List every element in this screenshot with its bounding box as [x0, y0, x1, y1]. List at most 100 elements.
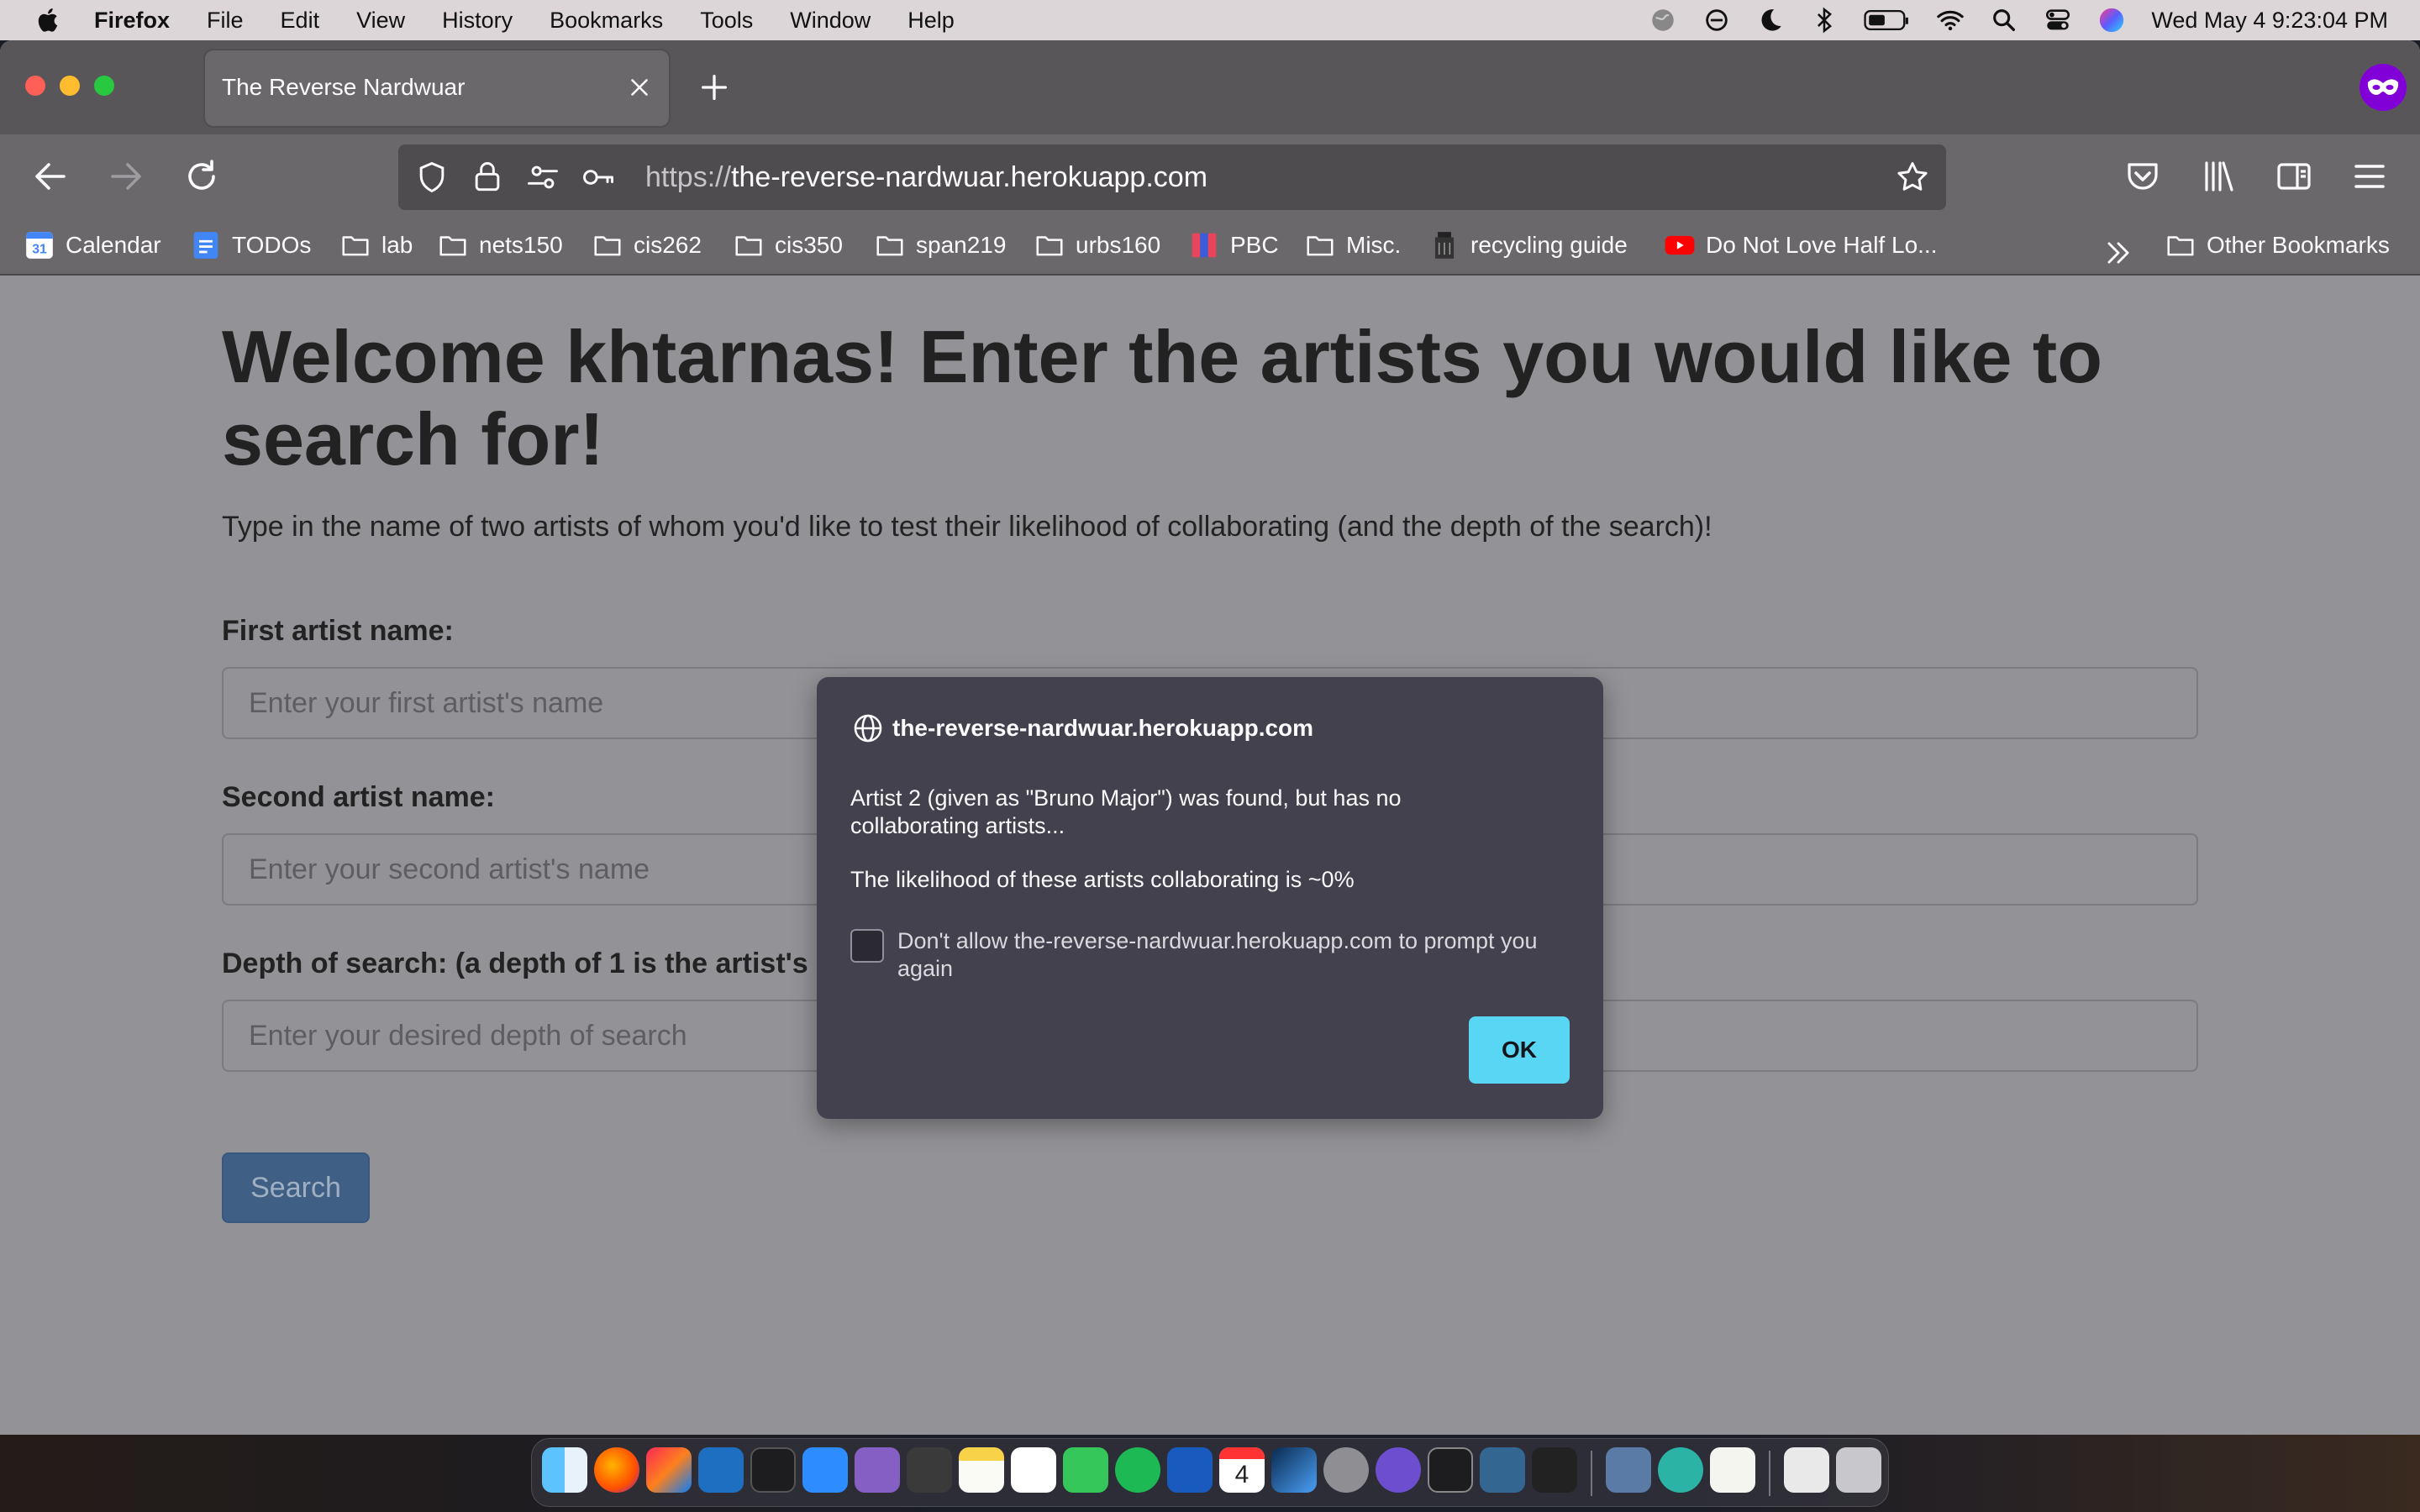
bookmark-calendar[interactable]: 31 Calendar: [24, 227, 161, 264]
suppress-prompts-label[interactable]: Don't allow the-reverse-nardwuar.herokua…: [897, 927, 1570, 983]
other-bookmarks-folder[interactable]: Other Bookmarks: [2165, 227, 2390, 264]
menu-history[interactable]: History: [442, 8, 513, 34]
more-bookmarks-chevron-icon[interactable]: [2102, 237, 2134, 269]
menu-window[interactable]: Window: [790, 8, 871, 34]
tracking-protection-shield-icon[interactable]: [413, 159, 450, 196]
zoom-icon[interactable]: [802, 1447, 848, 1493]
slack-icon[interactable]: [1011, 1447, 1056, 1493]
bookmark-folder-nets150[interactable]: nets150: [437, 227, 563, 264]
svg-text:31: 31: [32, 243, 47, 257]
siri-icon[interactable]: [2097, 6, 2126, 34]
visual-studio-icon[interactable]: [855, 1447, 900, 1493]
ok-button[interactable]: OK: [1469, 1016, 1570, 1084]
folder-icon: [594, 236, 621, 256]
do-not-disturb-icon[interactable]: [1756, 6, 1785, 34]
vpn-globe-icon[interactable]: [1649, 6, 1677, 34]
textedit-icon[interactable]: [1710, 1447, 1755, 1493]
bluetooth-icon[interactable]: [1810, 6, 1839, 34]
url-host: the-reverse-nardwuar.herokuapp.com: [731, 161, 1208, 193]
bookmark-label: TODOs: [232, 232, 312, 258]
trash-icon[interactable]: [1836, 1447, 1881, 1493]
word-icon[interactable]: [1167, 1447, 1213, 1493]
lock-icon[interactable]: [469, 159, 506, 196]
suppress-prompts-checkbox[interactable]: [850, 929, 884, 963]
reload-icon[interactable]: [182, 156, 222, 197]
menu-edit[interactable]: Edit: [281, 8, 320, 34]
unity-icon[interactable]: [1532, 1447, 1577, 1493]
key-icon[interactable]: [580, 159, 617, 196]
bookmark-todos[interactable]: TODOs: [190, 227, 311, 264]
bookmark-label: recycling guide: [1470, 232, 1628, 258]
minimize-window-button[interactable]: [60, 76, 80, 96]
bookmark-folder-cis262[interactable]: cis262: [592, 227, 702, 264]
control-center-icon[interactable]: [2044, 6, 2072, 34]
pocket-icon[interactable]: [2123, 156, 2163, 197]
bookmark-star-icon[interactable]: [1894, 159, 1931, 196]
close-tab-icon[interactable]: [625, 73, 654, 102]
documents-folder-icon[interactable]: [1784, 1447, 1829, 1493]
tab-strip: The Reverse Nardwuar: [0, 40, 2420, 134]
focus-icon[interactable]: [1702, 6, 1731, 34]
folder-icon: [342, 236, 369, 256]
system-preferences-icon[interactable]: [1323, 1447, 1369, 1493]
menu-tools[interactable]: Tools: [700, 8, 753, 34]
calendar-app-icon[interactable]: 4: [1219, 1447, 1265, 1493]
back-arrow-icon[interactable]: [30, 156, 71, 197]
bookmark-folder-span219[interactable]: span219: [874, 227, 1006, 264]
sublime-text-icon[interactable]: [907, 1447, 952, 1493]
menu-app-firefox[interactable]: Firefox: [94, 8, 170, 34]
finder-icon[interactable]: [542, 1447, 587, 1493]
alert-dialog: the-reverse-nardwuar.herokuapp.com Artis…: [817, 677, 1603, 1119]
second-artist-label: Second artist name:: [222, 781, 495, 813]
new-tab-icon[interactable]: [697, 71, 731, 104]
calendar-date: 4: [1234, 1461, 1249, 1488]
permissions-icon[interactable]: [524, 159, 561, 196]
messages-icon[interactable]: [1063, 1447, 1108, 1493]
bookmark-folder-cis350[interactable]: cis350: [733, 227, 843, 264]
terminal-alt-icon[interactable]: [1428, 1447, 1473, 1493]
forward-arrow-icon[interactable]: [106, 156, 146, 197]
imovie-icon[interactable]: [1376, 1447, 1421, 1493]
zoom-window-button[interactable]: [94, 76, 114, 96]
menu-bookmarks[interactable]: Bookmarks: [550, 8, 663, 34]
preview-icon[interactable]: [1606, 1447, 1651, 1493]
affinity-icon[interactable]: [1271, 1447, 1317, 1493]
bookmark-folder-urbs160[interactable]: urbs160: [1034, 227, 1160, 264]
terminal-icon[interactable]: [750, 1447, 796, 1493]
bookmarks-toolbar: 31 Calendar TODOs lab nets150 cis262 cis…: [0, 218, 2420, 276]
hamburger-menu-icon[interactable]: [2349, 156, 2390, 197]
bookmark-recycling-guide[interactable]: recycling guide: [1428, 227, 1628, 264]
notes-icon[interactable]: [959, 1447, 1004, 1493]
intellij-icon[interactable]: [646, 1447, 692, 1493]
vscode-icon[interactable]: [698, 1447, 744, 1493]
close-window-button[interactable]: [25, 76, 45, 96]
bookmark-label: cis262: [634, 232, 702, 258]
menu-file[interactable]: File: [207, 8, 244, 34]
url-text[interactable]: https://the-reverse-nardwuar.herokuapp.c…: [645, 161, 1207, 194]
spotify-icon[interactable]: [1115, 1447, 1160, 1493]
firefox-window: The Reverse Nardwuar https://the-reverse…: [0, 40, 2420, 1435]
bookmark-folder-misc[interactable]: Misc.: [1304, 227, 1401, 264]
depth-label: Depth of search: (a depth of 1 is the ar…: [222, 948, 808, 979]
bookmark-label: PBC: [1230, 232, 1279, 258]
folder-icon: [1307, 236, 1334, 256]
bookmark-folder-lab[interactable]: lab: [339, 227, 413, 264]
firefox-icon[interactable]: [594, 1447, 639, 1493]
tab-the-reverse-nardwuar[interactable]: The Reverse Nardwuar: [205, 50, 669, 126]
menubar-clock[interactable]: Wed May 4 9:23:04 PM: [2151, 8, 2388, 34]
wifi-icon[interactable]: [1936, 6, 1965, 34]
postgres-icon[interactable]: [1480, 1447, 1525, 1493]
sidebar-toggle-icon[interactable]: [2274, 156, 2314, 197]
menu-view[interactable]: View: [356, 8, 405, 34]
battery-icon[interactable]: [1864, 6, 1911, 34]
mindnode-icon[interactable]: [1658, 1447, 1703, 1493]
spotlight-search-icon[interactable]: [1990, 6, 2018, 34]
address-bar[interactable]: https://the-reverse-nardwuar.herokuapp.c…: [398, 144, 1946, 210]
youtube-icon: [1665, 235, 1695, 255]
apple-menu-icon[interactable]: [34, 5, 64, 35]
search-button[interactable]: Search: [222, 1152, 370, 1223]
bookmark-pbc[interactable]: PBC: [1188, 227, 1279, 264]
menu-help[interactable]: Help: [908, 8, 955, 34]
library-icon[interactable]: [2198, 156, 2238, 197]
bookmark-youtube-video[interactable]: Do Not Love Half Lo...: [1664, 227, 1937, 264]
